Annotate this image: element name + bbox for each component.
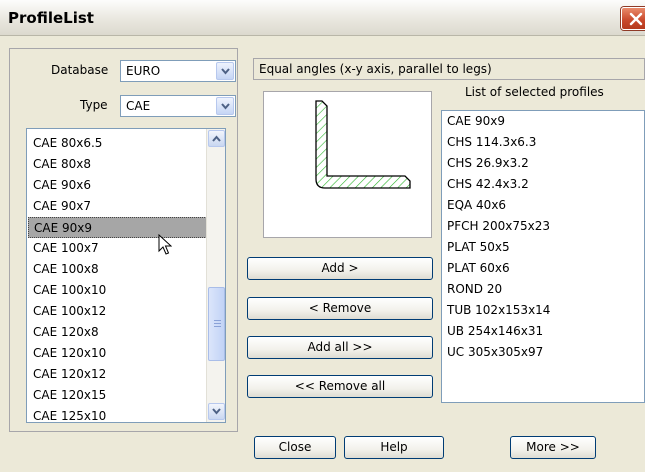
help-button[interactable]: Help: [344, 436, 444, 459]
mouse-pointer-icon: [158, 234, 172, 255]
scroll-down-button[interactable]: [208, 403, 225, 420]
remove-all-button[interactable]: << Remove all: [247, 375, 433, 398]
list-item[interactable]: PLAT 50x5: [447, 240, 510, 254]
grip-line: [214, 326, 221, 327]
chevron-up-icon: [212, 135, 221, 142]
description-text: Equal angles (x-y axis, parallel to legs…: [259, 62, 492, 76]
add-button[interactable]: Add >: [247, 257, 433, 280]
list-item[interactable]: CAE 80x8: [28, 154, 207, 175]
chevron-down-icon: [212, 408, 221, 415]
list-item[interactable]: CAE 100x12: [28, 301, 207, 322]
profile-list-scrollbar[interactable]: [206, 129, 225, 422]
add-all-button[interactable]: Add all >>: [247, 336, 433, 359]
list-item[interactable]: UC 305x305x97: [447, 345, 543, 359]
list-item[interactable]: CAE 90x9: [447, 114, 505, 128]
list-item[interactable]: TUB 102x153x14: [447, 303, 550, 317]
list-item[interactable]: CAE 100x10: [28, 280, 207, 301]
title-bar[interactable]: ProfileList: [0, 0, 645, 36]
chevron-down-icon[interactable]: [216, 97, 234, 115]
profile-list-dialog: ProfileList Database EURO Type CAE CAE 8…: [0, 0, 645, 472]
remove-button[interactable]: < Remove: [247, 297, 433, 320]
list-item[interactable]: CHS 26.9x3.2: [447, 156, 529, 170]
list-item[interactable]: PFCH 200x75x23: [447, 219, 550, 233]
list-item[interactable]: EQA 40x6: [447, 198, 506, 212]
list-item-selected[interactable]: CAE 90x9: [28, 217, 207, 238]
close-button[interactable]: Close: [254, 436, 336, 459]
list-item[interactable]: CAE 120x12: [28, 364, 207, 385]
profile-preview: [263, 91, 432, 238]
chevron-down-icon[interactable]: [216, 62, 234, 80]
list-item[interactable]: CAE 90x6: [28, 175, 207, 196]
list-item[interactable]: ROND 20: [447, 282, 502, 296]
grip-line: [214, 320, 221, 321]
profile-listbox[interactable]: CAE 80x6.5 CAE 80x8 CAE 90x6 CAE 90x7 CA…: [26, 128, 226, 423]
selected-profiles-list[interactable]: CAE 90x9 CHS 114.3x6.3 CHS 26.9x3.2 CHS …: [441, 110, 645, 403]
selected-list-title: List of selected profiles: [465, 85, 604, 99]
list-item[interactable]: CHS 42.4x3.2: [447, 177, 529, 191]
list-item[interactable]: UB 254x146x31: [447, 324, 543, 338]
list-item[interactable]: CAE 120x10: [28, 343, 207, 364]
database-select[interactable]: EURO: [120, 60, 236, 82]
database-label: Database: [51, 63, 109, 77]
window-title: ProfileList: [8, 9, 94, 27]
type-select[interactable]: CAE: [120, 95, 236, 117]
list-item[interactable]: PLAT 60x6: [447, 261, 510, 275]
list-item[interactable]: CHS 114.3x6.3: [447, 135, 536, 149]
list-item[interactable]: CAE 120x8: [28, 322, 207, 343]
grip-line: [214, 323, 221, 324]
profile-description: Equal angles (x-y axis, parallel to legs…: [253, 58, 645, 80]
close-window-button[interactable]: [621, 7, 645, 30]
list-item[interactable]: CAE 100x7: [28, 238, 207, 259]
database-value: EURO: [126, 64, 161, 78]
angle-profile-drawing: [315, 100, 411, 189]
scroll-thumb[interactable]: [208, 287, 225, 361]
list-item[interactable]: CAE 120x15: [28, 385, 207, 406]
more-button[interactable]: More >>: [510, 436, 596, 459]
type-label: Type: [80, 98, 108, 112]
list-item[interactable]: CAE 80x6.5: [28, 133, 207, 154]
list-item[interactable]: CAE 100x8: [28, 259, 207, 280]
type-value: CAE: [126, 99, 151, 113]
close-icon: [629, 12, 643, 26]
list-item[interactable]: CAE 90x7: [28, 196, 207, 217]
list-item[interactable]: CAE 125x10: [28, 406, 207, 422]
scroll-up-button[interactable]: [208, 130, 225, 147]
